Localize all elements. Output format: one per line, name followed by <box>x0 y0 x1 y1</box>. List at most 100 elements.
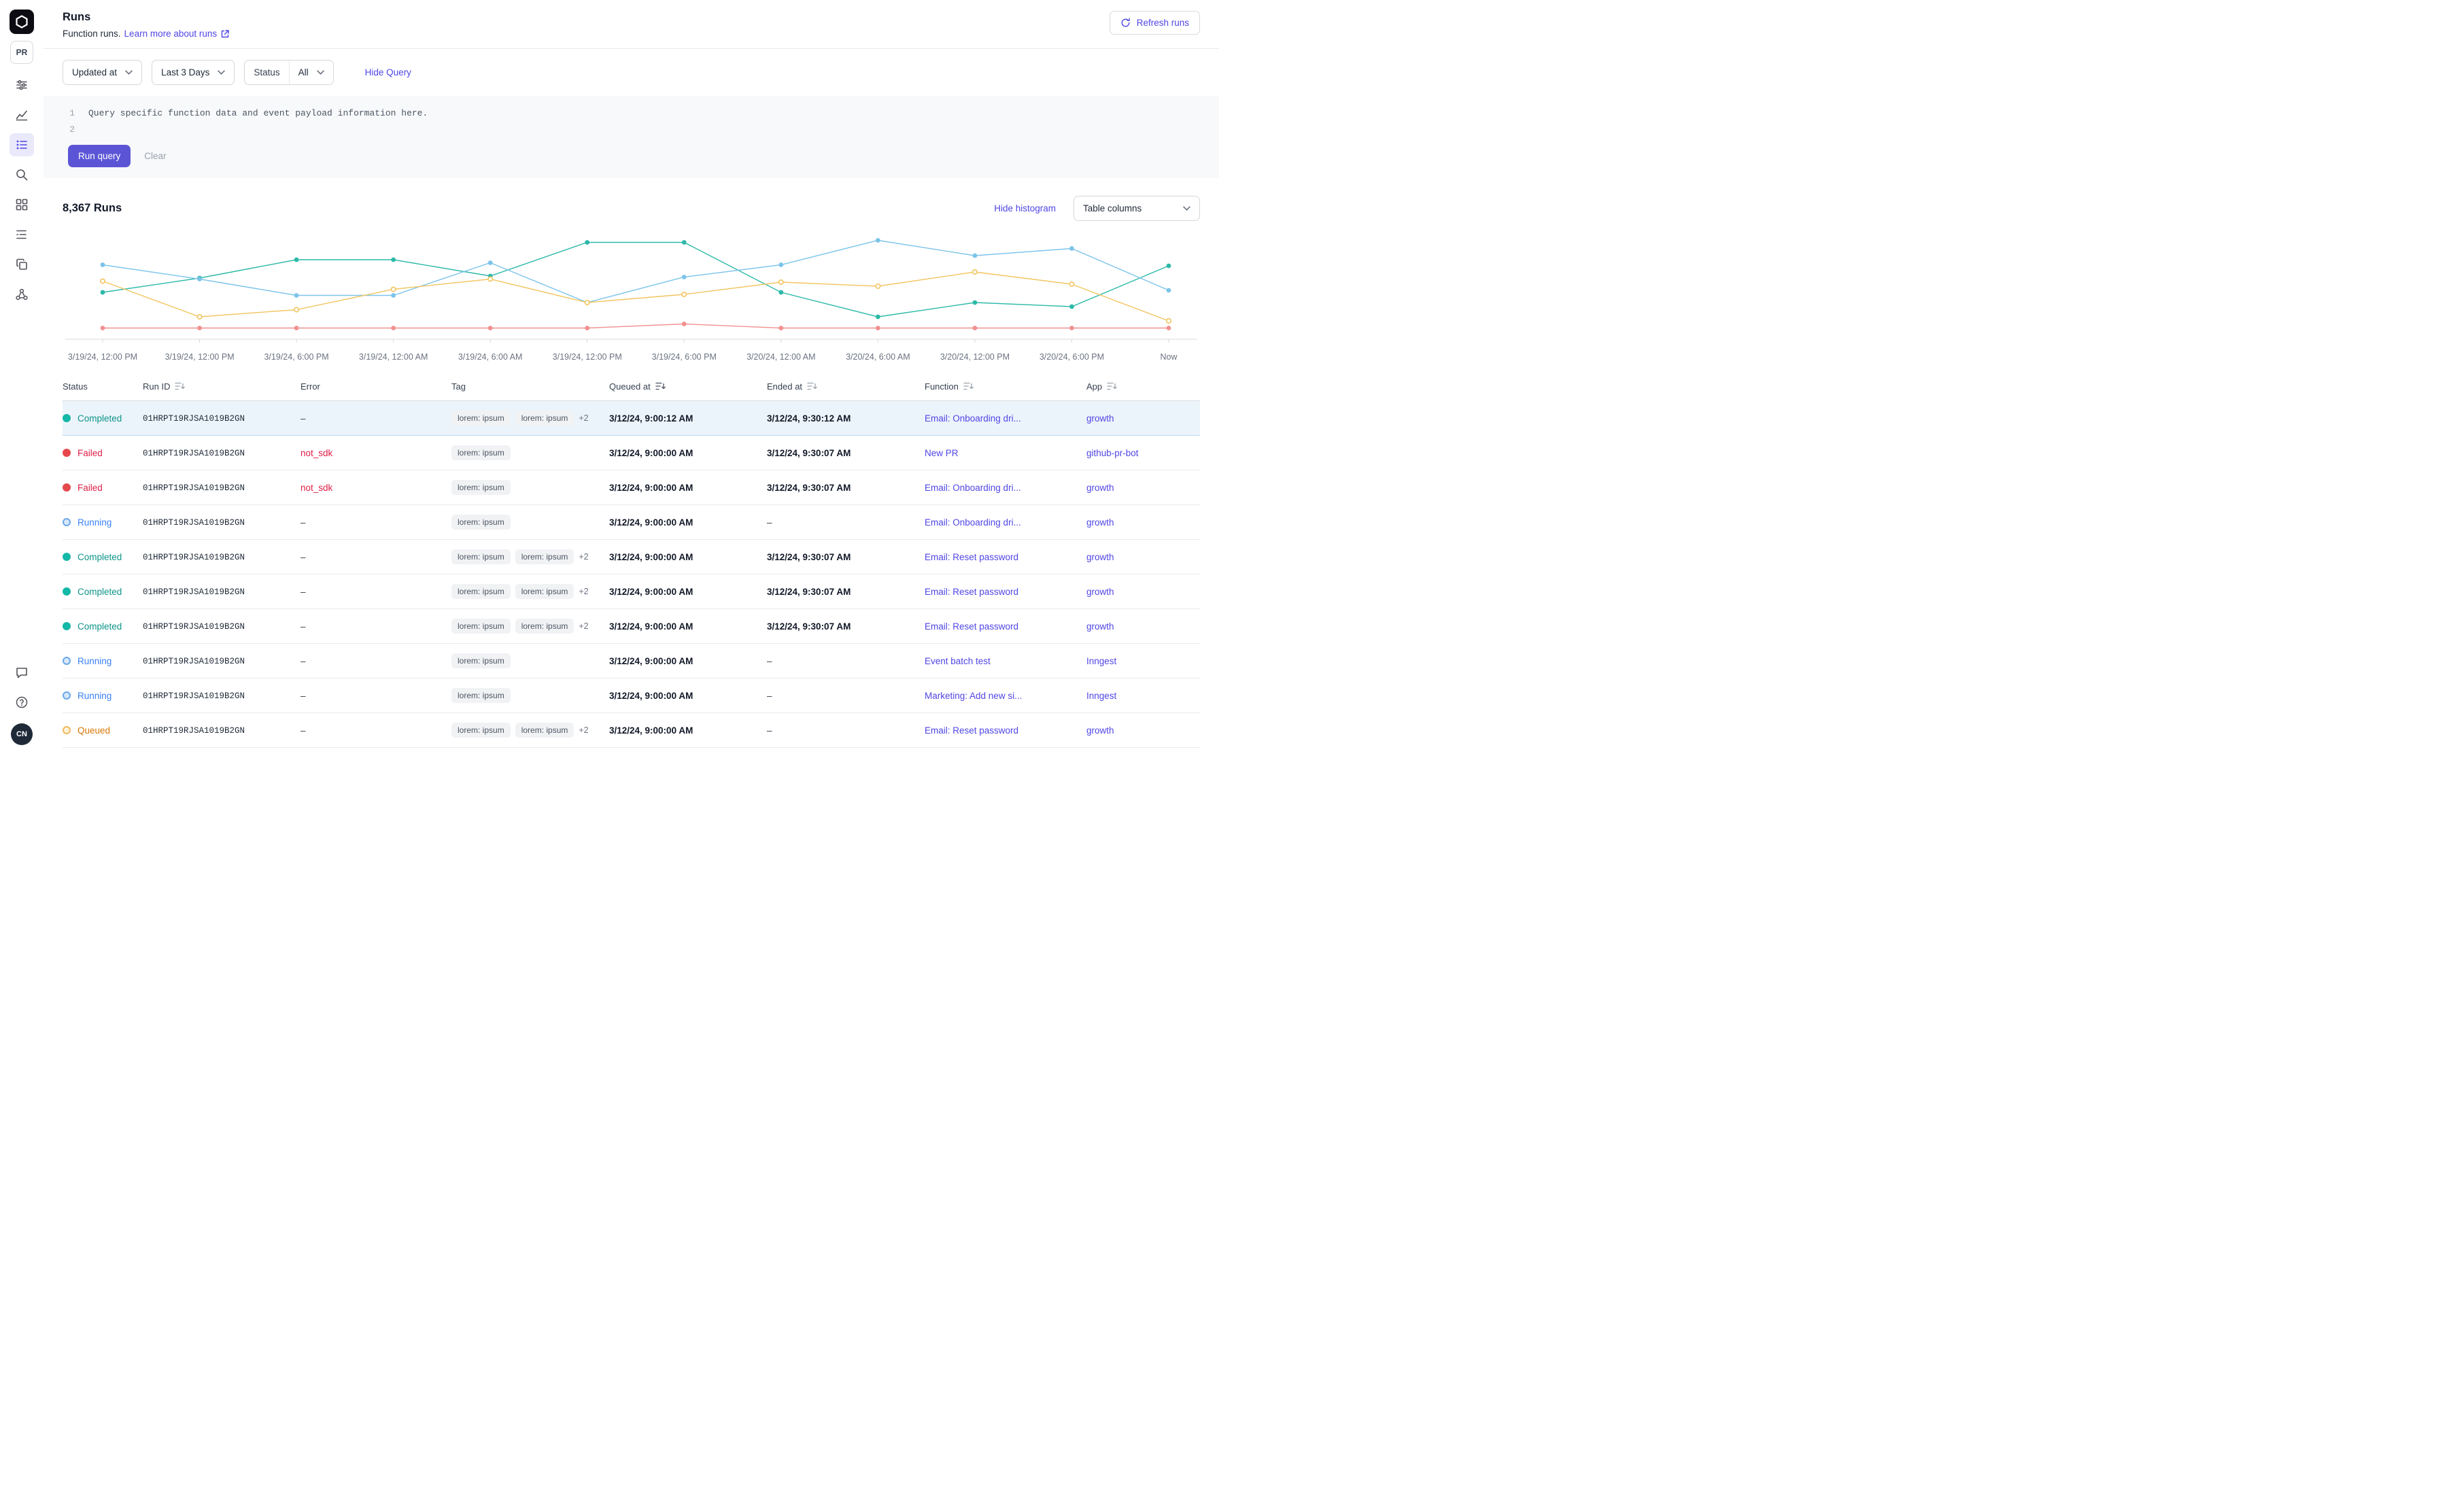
error-value: – <box>301 552 306 562</box>
run-query-button[interactable]: Run query <box>68 145 131 167</box>
line-number: 1 <box>68 105 75 122</box>
sidebar-item-apps[interactable] <box>10 193 34 216</box>
function-link[interactable]: Email: Reset password <box>925 552 1018 562</box>
table-row[interactable]: Running01HRPT19RJSA1019B2GN–lorem: ipsum… <box>63 505 1200 540</box>
tag-cell: lorem: ipsumlorem: ipsum+2 <box>451 713 609 748</box>
app-link[interactable]: growth <box>1086 483 1114 493</box>
sidebar-item-runs[interactable] <box>10 133 34 156</box>
hide-query-link[interactable]: Hide Query <box>365 67 411 78</box>
refresh-runs-label: Refresh runs <box>1137 18 1189 28</box>
function-link[interactable]: Email: Onboarding dri... <box>925 517 1021 528</box>
status-label: Failed <box>78 448 103 458</box>
status-cell: Running <box>63 678 143 713</box>
help-icon <box>15 695 29 709</box>
sidebar-item-support[interactable] <box>10 661 34 684</box>
column-header-run-id[interactable]: Run ID <box>143 373 301 401</box>
query-editor[interactable]: 1 Query specific function data and event… <box>44 96 1219 178</box>
table-row[interactable]: Completed01HRPT19RJSA1019B2GN–lorem: ips… <box>63 609 1200 644</box>
user-avatar[interactable]: CN <box>11 723 33 745</box>
results-header: 8,367 Runs Hide histogram Table columns <box>44 178 1219 228</box>
function-link[interactable]: Marketing: Add new si... <box>925 691 1022 701</box>
inngest-logo[interactable] <box>10 10 34 34</box>
queued-at-cell: 3/12/24, 9:00:00 AM <box>609 540 767 574</box>
table-row[interactable]: Completed01HRPT19RJSA1019B2GN–lorem: ips… <box>63 540 1200 574</box>
tag-cell: lorem: ipsum <box>451 748 609 757</box>
sidebar-item-filters[interactable] <box>10 73 34 97</box>
sort-field-value: Updated at <box>72 67 117 78</box>
sidebar: PR <box>0 0 44 756</box>
refresh-runs-button[interactable]: Refresh runs <box>1110 11 1200 35</box>
x-axis-label: Now <box>1160 352 1178 362</box>
column-header-app[interactable]: App <box>1086 373 1200 401</box>
app-link[interactable]: growth <box>1086 621 1114 632</box>
table-columns-label: Table columns <box>1083 203 1141 213</box>
ended-at-cell: – <box>767 678 925 713</box>
learn-more-link[interactable]: Learn more about runs <box>124 29 230 39</box>
data-point-blue <box>778 262 783 267</box>
column-header-ended-at[interactable]: Ended at <box>767 373 925 401</box>
page-title: Runs <box>63 11 230 24</box>
function-link[interactable]: Email: Onboarding dri... <box>925 483 1021 493</box>
run-id-cell: 01HRPT19RJSA1019B2GN <box>143 644 301 678</box>
function-link[interactable]: Email: Reset password <box>925 725 1018 736</box>
error-value: not_sdk <box>301 448 332 458</box>
status-filter-dropdown[interactable]: All <box>290 61 333 84</box>
ended-at-value: – <box>767 517 772 528</box>
workspace-badge[interactable]: PR <box>10 41 33 64</box>
column-header-function[interactable]: Function <box>925 373 1086 401</box>
sort-field-dropdown[interactable]: Updated at <box>63 60 142 85</box>
table-row[interactable]: Running01HRPT19RJSA1019B2GN–lorem: ipsum… <box>63 678 1200 713</box>
table-row[interactable]: Failed01HRPT19RJSA1019B2GNnot_sdklorem: … <box>63 436 1200 470</box>
app-link[interactable]: growth <box>1086 725 1114 736</box>
tag-pill: lorem: ipsum <box>451 480 511 495</box>
function-link[interactable]: Email: Reset password <box>925 587 1018 597</box>
status-filter-label: Status <box>245 61 289 84</box>
time-range-dropdown[interactable]: Last 3 Days <box>152 60 235 85</box>
function-link[interactable]: Email: Onboarding dri... <box>925 413 1021 424</box>
queued-at-cell: 3/12/24, 9:00:00 AM <box>609 436 767 470</box>
table-row[interactable]: Running01HRPT19RJSA1019B2GN–lorem: ipsum… <box>63 644 1200 678</box>
app-link[interactable]: Inngest <box>1086 656 1116 666</box>
sidebar-item-metrics[interactable] <box>10 103 34 126</box>
apps-grid-icon <box>15 198 29 211</box>
sidebar-item-functions[interactable] <box>10 223 34 246</box>
table-row[interactable]: Completed01HRPT19RJSA1019B2GN–lorem: ips… <box>63 574 1200 609</box>
sidebar-item-events[interactable] <box>10 253 34 276</box>
ended-at-value: 3/12/24, 9:30:07 AM <box>767 552 851 562</box>
data-point-red <box>585 326 589 330</box>
app-link[interactable]: growth <box>1086 517 1114 528</box>
function-link[interactable]: New PR <box>925 448 959 458</box>
table-row[interactable]: Queued01HRPT19RJSA1019B2GN–lorem: ipsuml… <box>63 713 1200 748</box>
status-label: Completed <box>78 621 122 632</box>
run-id: 01HRPT19RJSA1019B2GN <box>143 449 245 458</box>
data-point-red <box>197 326 202 330</box>
app-link[interactable]: growth <box>1086 413 1114 424</box>
ended-at-value: 3/12/24, 9:30:07 AM <box>767 621 851 632</box>
table-row[interactable]: Completed01HRPT19RJSA1019B2GN–lorem: ips… <box>63 401 1200 436</box>
runs-histogram: 3/19/24, 12:00 PM3/19/24, 12:00 PM3/19/2… <box>44 228 1219 368</box>
error-cell: – <box>301 644 451 678</box>
app-link[interactable]: growth <box>1086 587 1114 597</box>
function-link[interactable]: Email: Reset password <box>925 621 1018 632</box>
sidebar-item-search[interactable] <box>10 163 34 186</box>
table-row[interactable]: Failed01HRPT19RJSA1019B2GNnot_sdklorem: … <box>63 470 1200 505</box>
hide-histogram-link[interactable]: Hide histogram <box>994 203 1056 213</box>
app-cell: growth <box>1086 505 1200 540</box>
sidebar-item-webhooks[interactable] <box>10 283 34 306</box>
clear-query-button[interactable]: Clear <box>144 151 166 161</box>
x-axis-label: 3/20/24, 12:00 PM <box>940 352 1010 362</box>
status-cell: Running <box>63 505 143 540</box>
run-id-cell: 01HRPT19RJSA1019B2GN <box>143 470 301 505</box>
column-header-queued-at[interactable]: Queued at <box>609 373 767 401</box>
table-row[interactable]: Cancelled01HRPT19RJSA1019B2GN–lorem: ips… <box>63 748 1200 757</box>
app-link[interactable]: Inngest <box>1086 691 1116 701</box>
data-point-yellow <box>1167 319 1171 323</box>
function-cell: Email: Onboarding dri... <box>925 401 1086 436</box>
table-columns-dropdown[interactable]: Table columns <box>1074 196 1200 221</box>
app-link[interactable]: github-pr-bot <box>1086 448 1139 458</box>
app-link[interactable]: growth <box>1086 552 1114 562</box>
function-link[interactable]: Event batch test <box>925 656 991 666</box>
sidebar-item-help[interactable] <box>10 691 34 714</box>
page-subtitle: Function runs. <box>63 29 121 39</box>
status-label: Completed <box>78 552 122 562</box>
